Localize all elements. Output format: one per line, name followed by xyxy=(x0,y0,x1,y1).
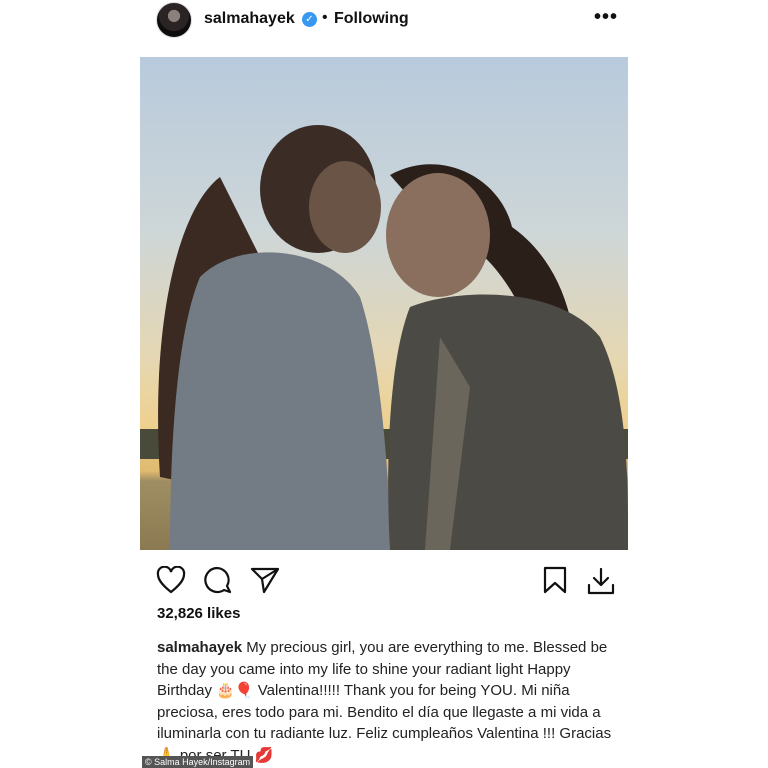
left-sweater xyxy=(170,252,390,550)
send-icon[interactable] xyxy=(250,566,280,599)
verified-badge-icon: ✓ xyxy=(302,12,317,27)
more-options-icon[interactable]: ••• xyxy=(594,6,618,29)
post-caption: salmahayek My precious girl, you are eve… xyxy=(157,637,617,766)
caption-username[interactable]: salmahayek xyxy=(157,639,242,656)
photo-credit: © Salma Hayek/Instagram xyxy=(142,756,254,768)
heart-icon[interactable] xyxy=(156,565,186,599)
bookmark-icon[interactable] xyxy=(542,566,568,599)
following-button[interactable]: Following xyxy=(334,10,409,28)
action-bar xyxy=(0,562,768,596)
profile-avatar[interactable] xyxy=(156,2,192,38)
caption-text: My precious girl, you are everything to … xyxy=(157,639,612,764)
right-jacket xyxy=(388,294,628,550)
separator-dot: • xyxy=(322,9,328,26)
download-icon[interactable] xyxy=(586,566,616,601)
right-face xyxy=(386,173,490,297)
comment-icon[interactable] xyxy=(202,566,232,599)
header-username[interactable]: salmahayek xyxy=(204,10,295,28)
likes-count[interactable]: 32,826 likes xyxy=(157,605,240,622)
left-face xyxy=(309,161,381,253)
post-header: salmahayek ✓ • Following ••• xyxy=(0,0,768,42)
post-photo[interactable] xyxy=(140,57,628,550)
